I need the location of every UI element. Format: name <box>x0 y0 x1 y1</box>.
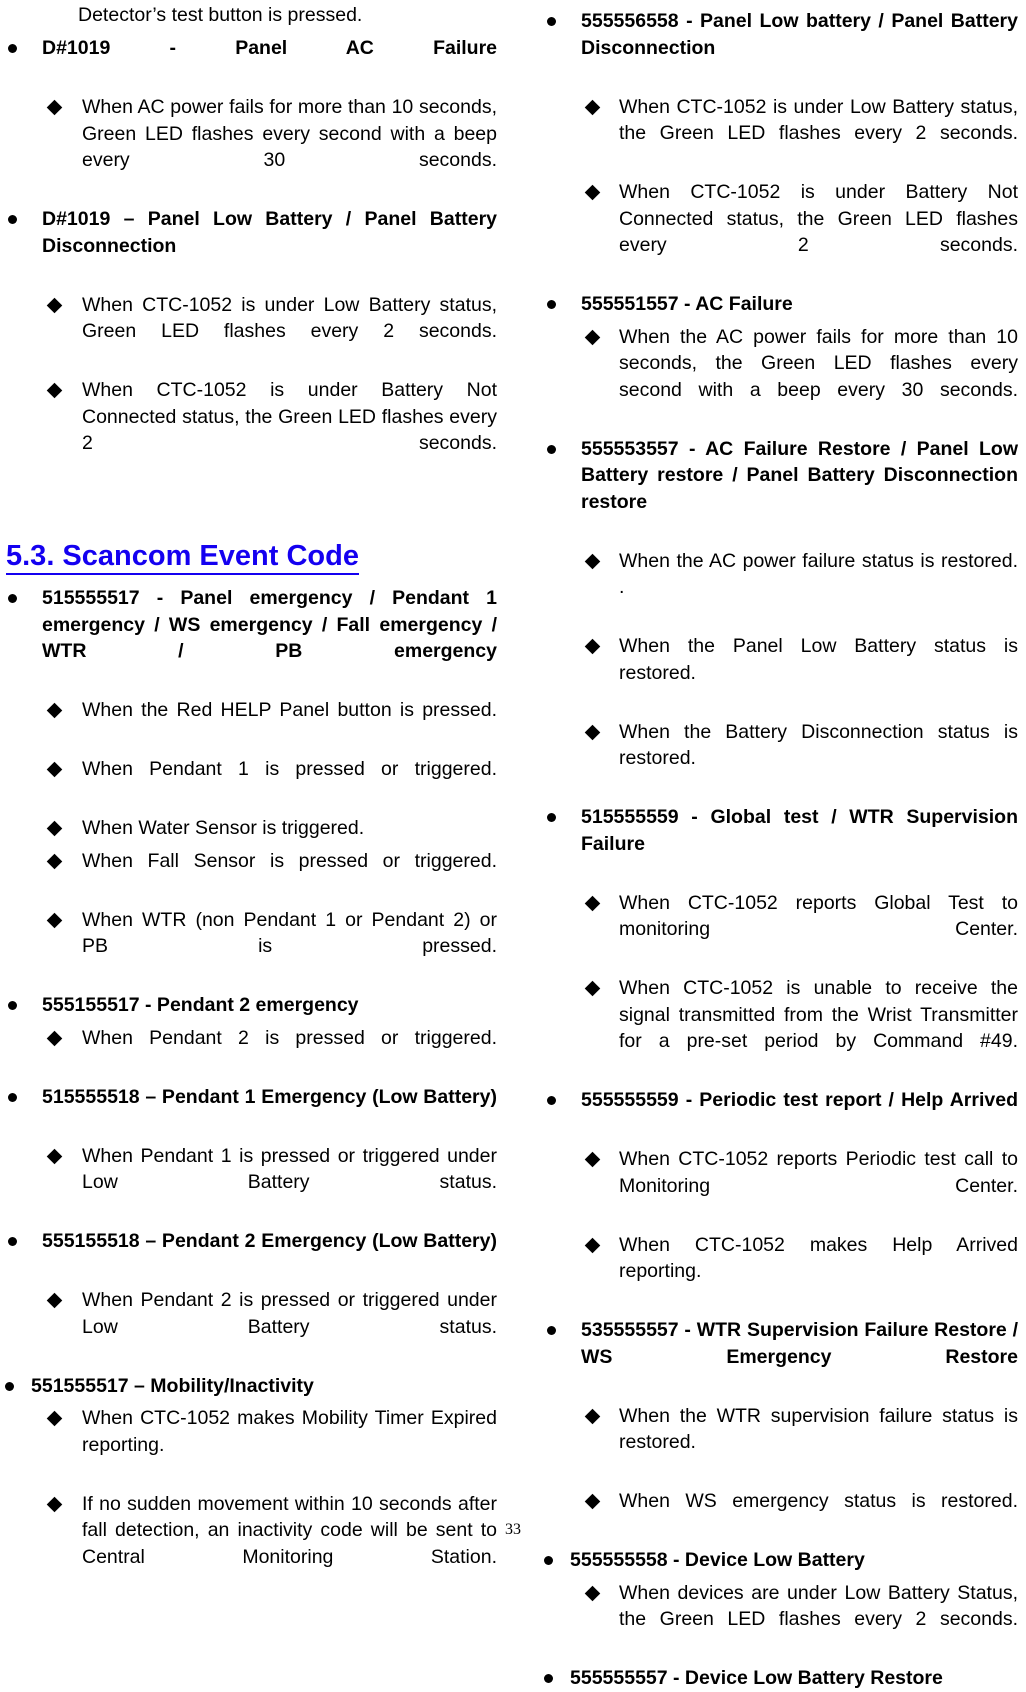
event-detail-text: When the AC power fails for more than 10… <box>619 325 1018 401</box>
event-detail-item: When WTR (non Pendant 1 or Pendant 2) or… <box>4 907 497 987</box>
event-code-item: 555556558 - Panel Low battery / Panel Ba… <box>543 8 1018 88</box>
event-code-title: 555155518 – Pendant 2 Emergency (Low Bat… <box>42 1230 497 1252</box>
event-detail-item: When Pendant 2 is pressed or triggered. <box>4 1025 497 1078</box>
event-code-title: 551555517 – Mobility/Inactivity <box>31 1374 314 1397</box>
section-heading-wrap: 5.3. Scancom Event Code <box>4 505 497 579</box>
event-detail-text: When CTC-1052 is under Low Battery statu… <box>619 95 1018 145</box>
event-detail-text: When Pendant 1 is pressed or triggered u… <box>82 1144 497 1194</box>
document-page: Detector’s test button is pressed. D#101… <box>0 0 1026 1689</box>
event-code-title: 515555517 - Panel emergency / Pendant 1 … <box>42 587 497 662</box>
event-code-item: 555555559 - Periodic test report / Help … <box>543 1087 1018 1140</box>
section-heading: 5.3. Scancom Event Code <box>6 539 359 575</box>
event-detail-item: When the Red HELP Panel button is presse… <box>4 697 497 750</box>
event-detail-text: When CTC-1052 makes Mobility Timer Expir… <box>82 1407 497 1456</box>
event-code-title: 555155517 - Pendant 2 emergency <box>42 994 359 1016</box>
event-detail-text: When CTC-1052 is under Battery Not Conne… <box>82 379 497 454</box>
event-detail-item: When Pendant 2 is pressed or triggered u… <box>4 1287 497 1367</box>
event-detail-text: When CTC-1052 reports Periodic test call… <box>619 1148 1018 1197</box>
event-detail-item: When the Panel Low Battery status is res… <box>543 633 1018 713</box>
event-code-title: 535555557 - WTR Supervision Failure Rest… <box>581 1319 1018 1368</box>
event-code-item: 535555557 - WTR Supervision Failure Rest… <box>543 1317 1018 1397</box>
event-detail-text: When CTC-1052 reports Global Test to mon… <box>619 891 1018 941</box>
event-detail-text: When the Red HELP Panel button is presse… <box>82 699 497 721</box>
event-detail-text: When CTC-1052 is under Battery Not Conne… <box>619 181 1018 256</box>
event-detail-text: When CTC-1052 is unable to receive the s… <box>619 977 1018 1052</box>
event-code-title: 555555559 - Periodic test report / Help … <box>581 1089 1018 1111</box>
event-detail-text: When CTC-1052 makes Help Arrived reporti… <box>619 1233 1018 1283</box>
event-code-title: 555556558 - Panel Low battery / Panel Ba… <box>581 10 1018 59</box>
event-detail-item: When Fall Sensor is pressed or triggered… <box>4 848 497 901</box>
event-detail-text: When Water Sensor is triggered. <box>82 817 365 839</box>
event-detail-text: When CTC-1052 is under Low Battery statu… <box>82 293 497 343</box>
event-detail-item: When the Battery Disconnection status is… <box>543 719 1018 799</box>
event-detail-item: When Pendant 1 is pressed or triggered u… <box>4 1143 497 1223</box>
event-code-item: D#1019 – Panel Low Battery / Panel Batte… <box>4 206 497 286</box>
event-detail-item: When devices are under Low Battery Statu… <box>543 1580 1018 1660</box>
event-code-title: D#1019 - Panel AC Failure <box>42 37 497 59</box>
event-detail-text: When the AC power failure status is rest… <box>619 549 1018 599</box>
event-detail-item: When AC power fails for more than 10 sec… <box>4 94 497 200</box>
event-detail-text: If no sudden movement within 10 seconds … <box>82 1492 497 1568</box>
event-code-item: 555555557 - Device Low Battery Restore <box>543 1665 1018 1692</box>
event-code-title: 555551557 - AC Failure <box>581 293 793 315</box>
event-code-item: 515555518 – Pendant 1 Emergency (Low Bat… <box>4 1084 497 1137</box>
event-detail-text: When devices are under Low Battery Statu… <box>619 1581 1018 1631</box>
page-number: 33 <box>505 1521 521 1538</box>
event-code-title: 555553557 - AC Failure Restore / Panel L… <box>581 437 1018 513</box>
event-detail-text: When Pendant 2 is pressed or triggered u… <box>82 1289 497 1338</box>
event-code-item: 555553557 - AC Failure Restore / Panel L… <box>543 436 1018 542</box>
event-code-title: 515555559 - Global test / WTR Supervisio… <box>581 806 1018 855</box>
event-detail-item: When CTC-1052 reports Global Test to mon… <box>543 890 1018 970</box>
event-detail-text: When the WTR supervision failure status … <box>619 1404 1018 1454</box>
event-detail-item: When CTC-1052 makes Mobility Timer Expir… <box>4 1405 497 1485</box>
event-detail-text: When WTR (non Pendant 1 or Pendant 2) or… <box>82 908 497 958</box>
event-code-item: 555155518 – Pendant 2 Emergency (Low Bat… <box>4 1228 497 1281</box>
event-detail-item: When CTC-1052 is under Low Battery statu… <box>4 292 497 372</box>
event-detail-item: When CTC-1052 is under Battery Not Conne… <box>543 179 1018 285</box>
event-detail-item: When Water Sensor is triggered. <box>4 815 497 842</box>
continuation-paragraph: Detector’s test button is pressed. <box>78 4 363 26</box>
event-code-item: 515555559 - Global test / WTR Supervisio… <box>543 804 1018 884</box>
event-code-title: 515555518 – Pendant 1 Emergency (Low Bat… <box>42 1085 497 1108</box>
event-detail-item: When CTC-1052 is unable to receive the s… <box>543 975 1018 1081</box>
right-column: 555556558 - Panel Low battery / Panel Ba… <box>513 2 1026 1692</box>
event-code-item: D#1019 - Panel AC Failure <box>4 35 497 88</box>
event-detail-item: When Pendant 1 is pressed or triggered. <box>4 756 497 809</box>
event-detail-text: When the Battery Disconnection status is… <box>619 720 1018 770</box>
event-code-title: D#1019 – Panel Low Battery / Panel Batte… <box>42 208 497 257</box>
event-detail-item: When CTC-1052 reports Periodic test call… <box>543 1146 1018 1226</box>
event-detail-text: When the Panel Low Battery status is res… <box>619 635 1018 684</box>
event-code-item: 555155517 - Pendant 2 emergency <box>4 992 497 1019</box>
event-detail-text: When Pendant 2 is pressed or triggered. <box>82 1026 497 1049</box>
event-detail-item: If no sudden movement within 10 seconds … <box>4 1491 497 1597</box>
event-detail-text: When Pendant 1 is pressed or triggered. <box>82 758 497 780</box>
left-column: Detector’s test button is pressed. D#101… <box>0 2 513 1597</box>
event-detail-item: When the AC power failure status is rest… <box>543 548 1018 628</box>
two-column-body: Detector’s test button is pressed. D#101… <box>0 0 1026 1692</box>
event-detail-item: When the AC power fails for more than 10… <box>543 324 1018 430</box>
event-detail-item: When CTC-1052 is under Low Battery statu… <box>543 94 1018 174</box>
event-detail-item: When the WTR supervision failure status … <box>543 1403 1018 1483</box>
event-code-item: 551555517 – Mobility/Inactivity <box>4 1373 497 1400</box>
event-code-title: 555555557 - Device Low Battery Restore <box>570 1667 943 1689</box>
event-detail-item: When CTC-1052 makes Help Arrived reporti… <box>543 1232 1018 1312</box>
event-detail-text: When AC power fails for more than 10 sec… <box>82 96 497 171</box>
event-code-item: 555551557 - AC Failure <box>543 291 1018 318</box>
event-detail-text: When Fall Sensor is pressed or triggered… <box>82 849 497 872</box>
event-code-item: 515555517 - Panel emergency / Pendant 1 … <box>4 585 497 691</box>
event-detail-item: When CTC-1052 is under Battery Not Conne… <box>4 377 497 483</box>
